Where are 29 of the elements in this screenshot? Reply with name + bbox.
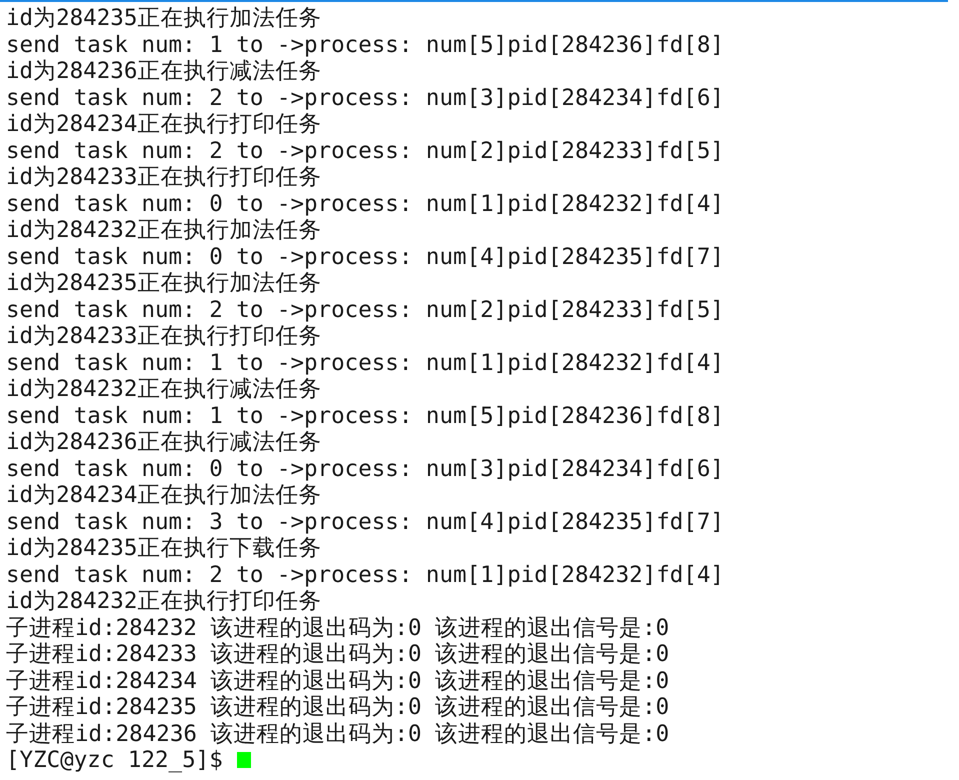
shell-prompt: [YZC@yzc 122_5]$ bbox=[6, 747, 223, 774]
terminal-line: send task num: 1 to ->process: num[1]pid[284232]fd[4] bbox=[6, 350, 725, 376]
terminal-line: send task num: 0 to ->process: num[1]pid[284232]fd[4] bbox=[6, 190, 725, 217]
terminal-line: id为284236正在执行减法任务 bbox=[6, 429, 322, 456]
terminal-line: 子进程id:284236 该进程的退出码为:0 该进程的退出信号是:0 bbox=[6, 720, 670, 747]
terminal-line: id为284232正在执行减法任务 bbox=[6, 376, 322, 402]
terminal-line: id为284234正在执行打印任务 bbox=[6, 111, 322, 138]
terminal-line: 子进程id:284233 该进程的退出码为:0 该进程的退出信号是:0 bbox=[6, 641, 670, 668]
terminal-line: 子进程id:284235 该进程的退出码为:0 该进程的退出信号是:0 bbox=[6, 694, 670, 720]
terminal-line: id为284236正在执行减法任务 bbox=[6, 58, 322, 84]
terminal-line: id为284235正在执行加法任务 bbox=[6, 270, 322, 296]
terminal-line: send task num: 3 to ->process: num[4]pid[284235]fd[7] bbox=[6, 508, 725, 535]
terminal-line: id为284234正在执行加法任务 bbox=[6, 482, 322, 508]
terminal-line: send task num: 1 to ->process: num[5]pid[284236]fd[8] bbox=[6, 402, 725, 429]
terminal-line: id为284232正在执行加法任务 bbox=[6, 217, 322, 244]
terminal-line: send task num: 1 to ->process: num[5]pid[284236]fd[8] bbox=[6, 32, 725, 58]
terminal-line: 子进程id:284232 该进程的退出码为:0 该进程的退出信号是:0 bbox=[6, 614, 670, 641]
terminal-line: send task num: 0 to ->process: num[3]pid[284234]fd[6] bbox=[6, 456, 725, 482]
terminal-line: id为284235正在执行加法任务 bbox=[6, 5, 322, 32]
terminal-line: id为284233正在执行打印任务 bbox=[6, 323, 322, 350]
terminal-line: id为284232正在执行打印任务 bbox=[6, 588, 322, 614]
terminal-line: send task num: 0 to ->process: num[4]pid[284235]fd[7] bbox=[6, 244, 725, 270]
terminal-line: 子进程id:284234 该进程的退出码为:0 该进程的退出信号是:0 bbox=[6, 668, 670, 694]
terminal-line: send task num: 2 to ->process: num[2]pid[284233]fd[5] bbox=[6, 296, 725, 323]
terminal-line: id为284235正在执行下载任务 bbox=[6, 535, 322, 562]
terminal-line: send task num: 2 to ->process: num[1]pid[284232]fd[4] bbox=[6, 562, 725, 588]
terminal-line: id为284233正在执行打印任务 bbox=[6, 164, 322, 190]
terminal-line: send task num: 2 to ->process: num[3]pid[284234]fd[6] bbox=[6, 84, 725, 111]
terminal-line: send task num: 2 to ->process: num[2]pid[284233]fd[5] bbox=[6, 138, 725, 164]
